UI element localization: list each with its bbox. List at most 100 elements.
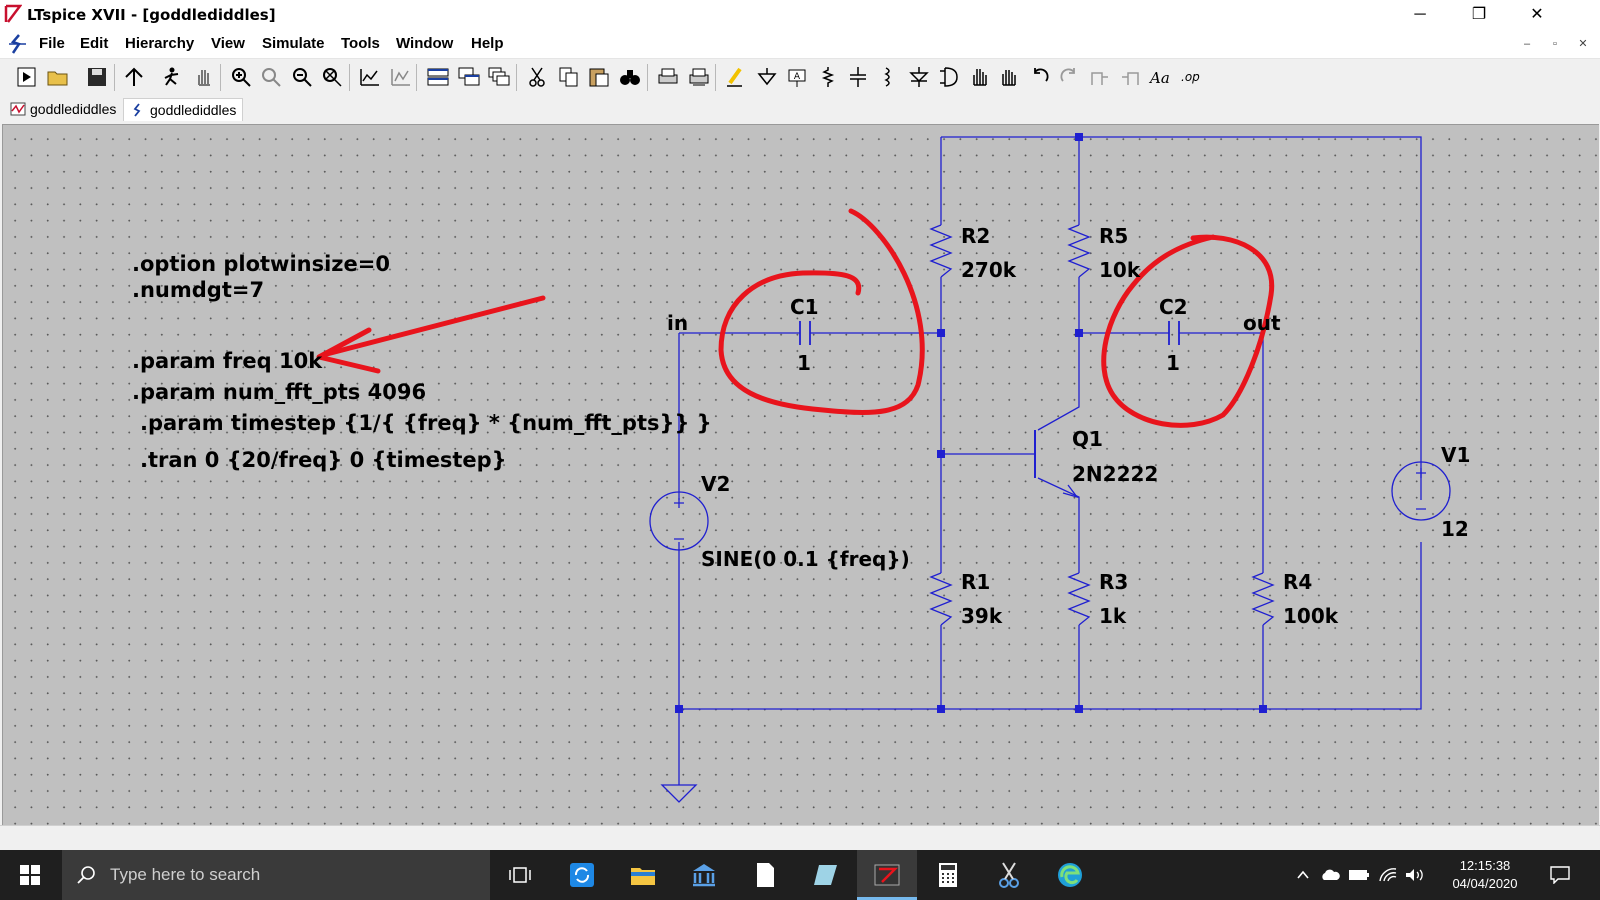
tile-horizontal-icon[interactable]	[426, 65, 450, 89]
net-label-in[interactable]: in	[667, 311, 688, 335]
c2-value[interactable]: 1	[1166, 351, 1180, 375]
menu-simulate[interactable]: Simulate	[262, 35, 325, 52]
r2-value[interactable]: 270k	[961, 258, 1016, 282]
mdi-restore-icon[interactable]: ▫	[1543, 35, 1567, 53]
c2-name[interactable]: C2	[1159, 295, 1188, 319]
v2-value[interactable]: SINE(0 0.1 {freq})	[701, 547, 910, 571]
r3-value[interactable]: 1k	[1099, 604, 1126, 628]
chevron-up-icon[interactable]	[1296, 868, 1310, 882]
paste-icon[interactable]	[587, 65, 611, 89]
wire-r5-collector[interactable]	[1037, 137, 1080, 431]
taskbar-app-document[interactable]	[735, 850, 795, 900]
menu-edit[interactable]: Edit	[80, 35, 108, 52]
tile-vertical-icon[interactable]	[457, 65, 481, 89]
taskbar-app-sync[interactable]	[552, 850, 612, 900]
r1-zigzag[interactable]	[929, 572, 953, 626]
r4-zigzag[interactable]	[1251, 572, 1275, 626]
speaker-icon[interactable]	[1404, 867, 1424, 883]
find-icon[interactable]	[618, 65, 642, 89]
r1-name[interactable]: R1	[961, 570, 990, 594]
rotate-icon[interactable]	[1088, 65, 1112, 89]
component-icon[interactable]	[937, 65, 961, 89]
taskbar-app-calculator[interactable]	[918, 850, 978, 900]
diode-icon[interactable]	[907, 65, 931, 89]
r2-zigzag[interactable]	[929, 224, 953, 278]
menu-help[interactable]: Help	[471, 35, 504, 52]
label-net-icon[interactable]: A	[785, 65, 809, 89]
wifi-icon[interactable]	[1378, 867, 1398, 883]
taskbar-app-explorer[interactable]	[613, 850, 673, 900]
mdi-minimize-icon[interactable]: –	[1515, 35, 1539, 53]
run-icon[interactable]	[160, 65, 184, 89]
v1-name[interactable]: V1	[1441, 443, 1470, 467]
tab-waveform[interactable]: goddlediddles	[4, 98, 122, 120]
taskbar-app-bank[interactable]	[674, 850, 734, 900]
taskbar-app-notes[interactable]	[796, 850, 856, 900]
draw-wire-icon[interactable]	[724, 65, 748, 89]
menu-window[interactable]: Window	[396, 35, 453, 52]
print-preview-icon[interactable]	[687, 65, 711, 89]
text-icon[interactable]: Aa	[1148, 65, 1172, 89]
close-button[interactable]: ✕	[1514, 0, 1560, 30]
pan-icon[interactable]	[259, 65, 283, 89]
onedrive-cloud-icon[interactable]	[1320, 868, 1340, 882]
q1-name[interactable]: Q1	[1072, 427, 1103, 451]
battery-icon[interactable]	[1348, 869, 1370, 881]
r5-value[interactable]: 10k	[1099, 258, 1140, 282]
q1-value[interactable]: 2N2222	[1072, 462, 1158, 486]
menu-view[interactable]: View	[211, 35, 245, 52]
control-panel-icon[interactable]	[122, 65, 146, 89]
notification-center-icon[interactable]	[1550, 866, 1570, 884]
v2-name[interactable]: V2	[701, 472, 730, 496]
undo-icon[interactable]	[1027, 65, 1051, 89]
inductor-icon[interactable]	[876, 65, 900, 89]
r5-zigzag[interactable]	[1067, 224, 1091, 278]
menu-hierarchy[interactable]: Hierarchy	[125, 35, 194, 52]
r4-value[interactable]: 100k	[1283, 604, 1338, 628]
capacitor-icon[interactable]	[846, 65, 870, 89]
zoom-fit-icon[interactable]	[320, 65, 344, 89]
r3-zigzag[interactable]	[1067, 572, 1091, 626]
taskbar-app-ltspice[interactable]	[857, 850, 917, 900]
c1-name[interactable]: C1	[790, 295, 819, 319]
wire-emitter[interactable]	[1037, 477, 1080, 709]
menu-tools[interactable]: Tools	[341, 35, 380, 52]
r4-name[interactable]: R4	[1283, 570, 1312, 594]
autorange-icon[interactable]	[358, 65, 382, 89]
halt-icon[interactable]	[192, 65, 216, 89]
manual-limits-icon[interactable]	[389, 65, 413, 89]
r1-value[interactable]: 39k	[961, 604, 1002, 628]
zoom-out-icon[interactable]	[290, 65, 314, 89]
taskbar-app-edge[interactable]	[1040, 850, 1100, 900]
copy-icon[interactable]	[557, 65, 581, 89]
r5-name[interactable]: R5	[1099, 224, 1128, 248]
schematic-canvas[interactable]: .option plotwinsize=0 .numdgt=7 .param f…	[2, 124, 1599, 825]
new-schematic-icon[interactable]	[15, 65, 39, 89]
taskbar-clock[interactable]: 12:15:38 04/04/2020	[1440, 857, 1530, 893]
spice-directive-icon[interactable]: .op	[1179, 65, 1203, 89]
redo-icon[interactable]	[1058, 65, 1082, 89]
cascade-icon[interactable]	[487, 65, 511, 89]
ground-icon[interactable]	[755, 65, 779, 89]
open-icon[interactable]	[46, 65, 70, 89]
net-label-out[interactable]: out	[1243, 311, 1281, 335]
mirror-icon[interactable]	[1118, 65, 1142, 89]
tab-schematic[interactable]: goddlediddles	[123, 98, 244, 121]
r3-name[interactable]: R3	[1099, 570, 1128, 594]
maximize-button[interactable]: ❐	[1456, 0, 1502, 30]
move-hand-icon[interactable]	[967, 65, 991, 89]
start-button[interactable]	[0, 850, 60, 900]
taskbar-search[interactable]: Type here to search	[62, 850, 490, 900]
minimize-button[interactable]: ─	[1397, 0, 1443, 30]
ground-symbol[interactable]	[660, 784, 698, 803]
print-icon[interactable]	[656, 65, 680, 89]
save-icon[interactable]	[85, 65, 109, 89]
menu-file[interactable]: File	[39, 35, 65, 52]
zoom-in-icon[interactable]	[229, 65, 253, 89]
task-view-button[interactable]	[490, 850, 550, 900]
mdi-close-icon[interactable]: ✕	[1571, 35, 1595, 53]
v1-value[interactable]: 12	[1441, 517, 1469, 541]
resistor-icon[interactable]	[816, 65, 840, 89]
cut-icon[interactable]	[526, 65, 550, 89]
c1-value[interactable]: 1	[797, 351, 811, 375]
